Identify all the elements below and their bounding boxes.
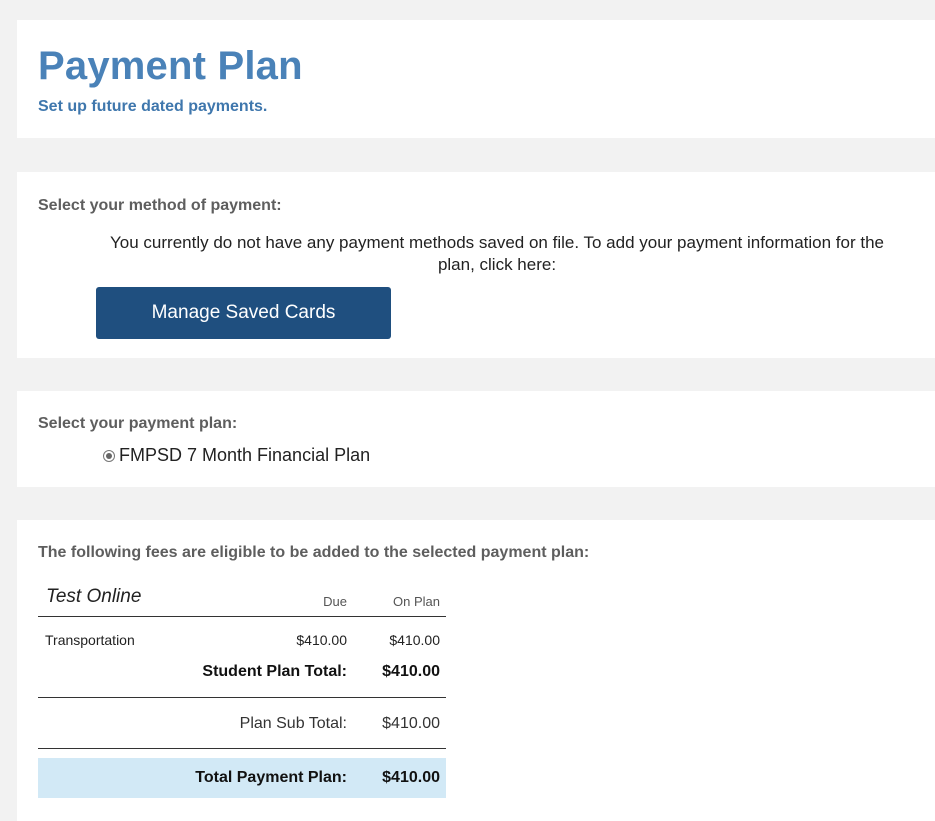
student-total-row: Student Plan Total: $410.00 <box>38 651 446 697</box>
student-name: Test Online <box>46 586 142 607</box>
sub-total-row: Plan Sub Total: $410.00 <box>38 698 446 748</box>
payment-method-panel: Select your method of payment: You curre… <box>17 172 935 358</box>
payment-method-label: Select your method of payment: <box>38 197 282 214</box>
payment-plan-panel: Select your payment plan: FMPSD 7 Month … <box>17 391 935 487</box>
sub-total-label: Plan Sub Total: <box>239 715 347 732</box>
page-subtitle: Set up future dated payments. <box>38 98 268 115</box>
no-saved-methods-message: You currently do not have any payment me… <box>110 233 884 274</box>
header-panel: Payment Plan Set up future dated payment… <box>17 20 935 138</box>
fee-on-plan: $410.00 <box>389 632 440 648</box>
due-column-header: Due <box>323 594 347 609</box>
payment-plan-label: Select your payment plan: <box>38 415 238 432</box>
table-row: Transportation $410.00 $410.00 <box>38 617 446 651</box>
page-title: Payment Plan <box>38 44 303 88</box>
plan-option-label: FMPSD 7 Month Financial Plan <box>119 445 371 465</box>
plan-radio-button[interactable] <box>103 449 115 462</box>
grand-total-value: $410.00 <box>382 769 440 786</box>
grand-total-row: Total Payment Plan: $410.00 <box>38 758 446 798</box>
on-plan-column-header: On Plan <box>393 594 440 609</box>
student-total-value: $410.00 <box>382 663 440 680</box>
fees-label: The following fees are eligible to be ad… <box>38 544 590 561</box>
fees-table: Test Online Due On Plan Transportation $… <box>38 582 446 798</box>
grand-total-label: Total Payment Plan: <box>195 769 347 786</box>
plan-option[interactable]: FMPSD 7 Month Financial Plan <box>103 445 370 466</box>
fee-name: Transportation <box>45 632 135 648</box>
sub-total-value: $410.00 <box>382 715 440 732</box>
fees-panel: The following fees are eligible to be ad… <box>17 520 935 821</box>
manage-saved-cards-button[interactable]: Manage Saved Cards <box>96 287 391 339</box>
student-total-label: Student Plan Total: <box>202 663 347 680</box>
radio-selected-dot <box>106 452 112 459</box>
student-header-row: Test Online Due On Plan <box>38 582 446 616</box>
fee-due: $410.00 <box>296 632 347 648</box>
